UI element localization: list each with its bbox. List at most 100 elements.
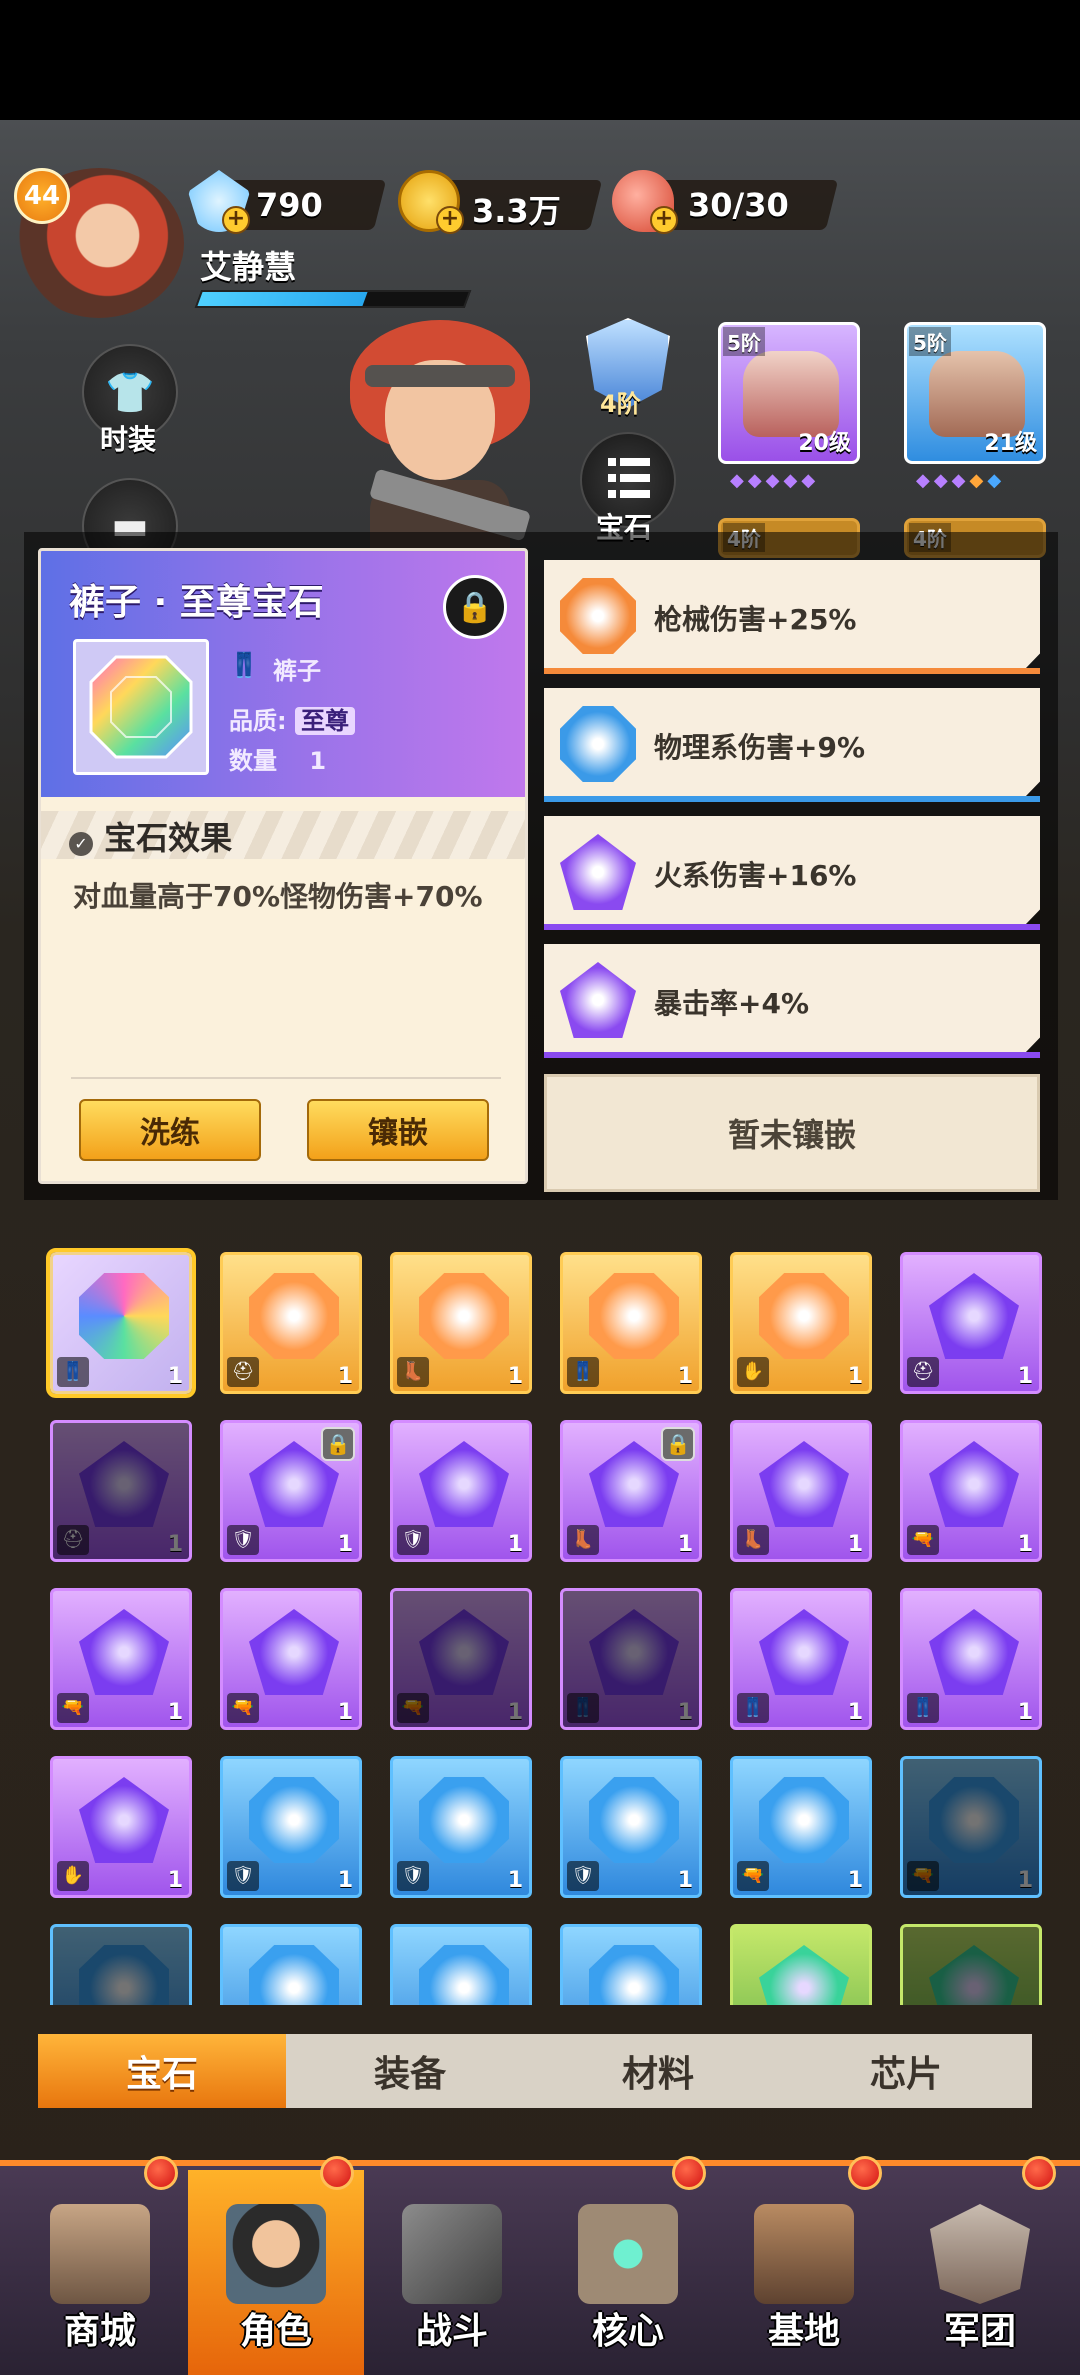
gun-part-icon: 🔫 <box>227 1693 259 1723</box>
nav-label: 商城 <box>63 2311 136 2352</box>
gem-slot[interactable]: 👖 1 <box>560 1252 702 1394</box>
gem-slot[interactable]: 👖 1 <box>46 1248 196 1398</box>
shirt-icon: 👕 <box>105 369 155 416</box>
gem-quantity: 1 <box>1017 1532 1033 1557</box>
nav-legion[interactable]: 军团 <box>892 2170 1068 2375</box>
inventory-tabs: 宝石 装备 材料 芯片 <box>38 2034 1032 2108</box>
rank-label: 4阶 <box>600 390 641 418</box>
nav-battle[interactable]: 战斗 <box>364 2170 540 2375</box>
gem-slot[interactable]: ✋ 1 <box>50 1756 192 1898</box>
armor-part-icon: 🛡 <box>227 1861 259 1891</box>
gem-slot[interactable]: 👢 1 <box>390 1252 532 1394</box>
effect-text: 对血量高于70%怪物伤害+70% <box>73 880 483 913</box>
tab-equipment[interactable]: 装备 <box>286 2034 534 2108</box>
legion-notification-dot <box>1022 2156 1056 2190</box>
gem-slot[interactable]: 👢 1 🔒 <box>560 1420 702 1562</box>
nav-label: 基地 <box>767 2311 840 2352</box>
gem-slot[interactable] <box>560 1924 702 2005</box>
gem-quantity: 1 <box>847 1364 863 1389</box>
gem-quantity: 1 <box>337 1700 353 1725</box>
nav-core[interactable]: 核心 <box>540 2170 716 2375</box>
tab-chips[interactable]: 芯片 <box>782 2034 1030 2108</box>
gem-quantity: 1 <box>507 1868 523 1893</box>
gem-slot[interactable]: 🔫 1 <box>730 1756 872 1898</box>
base-icon <box>754 2204 854 2304</box>
attribute-color-bar <box>544 796 1040 802</box>
pants-part-icon: 👖 <box>907 1693 939 1723</box>
gem-slot[interactable] <box>390 1924 532 2005</box>
equip-armor-slot[interactable]: 5阶 21级 <box>904 322 1046 464</box>
gem-slot[interactable]: 🛡 1 <box>560 1756 702 1898</box>
player-avatar[interactable]: 44 <box>14 168 184 318</box>
reroll-button[interactable]: 洗练 <box>79 1099 261 1161</box>
gem-slot[interactable]: 🔫 1 <box>390 1588 532 1730</box>
gem-quantity: 1 <box>677 1700 693 1725</box>
tab-materials[interactable]: 材料 <box>534 2034 782 2108</box>
pants-part-icon: 👖 <box>57 1357 89 1387</box>
gem-slot[interactable] <box>730 1924 872 2005</box>
gem-quantity: 1 <box>677 1364 693 1389</box>
gem-slot[interactable]: 🔫 1 <box>900 1420 1042 1562</box>
gem-slot[interactable]: 🔫 1 <box>900 1756 1042 1898</box>
gem-slot[interactable] <box>900 1924 1042 2005</box>
glove-part-icon: ✋ <box>57 1861 89 1891</box>
gem-quantity: 1 <box>337 1868 353 1893</box>
gem-slot[interactable]: ⛑ 1 <box>220 1252 362 1394</box>
gun-part-icon: 🔫 <box>907 1861 939 1891</box>
gem-slot[interactable]: 👖 1 <box>900 1588 1042 1730</box>
boots-part-icon: 👢 <box>737 1525 769 1555</box>
armor-part-icon: 🛡 <box>567 1861 599 1891</box>
gem-slot[interactable]: ⛑ 1 <box>50 1420 192 1562</box>
helmet-part-icon: ⛑ <box>57 1525 89 1555</box>
add-diamond-button[interactable]: + <box>222 206 250 234</box>
gem-quantity: 1 <box>1017 1364 1033 1389</box>
nav-character[interactable]: 角色 <box>188 2170 364 2375</box>
gem-slot[interactable]: 🔫 1 <box>220 1588 362 1730</box>
equip-tier: 5阶 <box>723 327 765 356</box>
exp-bar-fill <box>197 292 368 306</box>
gem-slot[interactable]: 🛡 1 <box>390 1756 532 1898</box>
pants-part-icon: 👖 <box>737 1693 769 1723</box>
add-stamina-button[interactable]: + <box>650 206 678 234</box>
nav-shop[interactable]: 商城 <box>12 2170 188 2375</box>
gem-slot[interactable] <box>50 1924 192 2005</box>
core-notification-dot <box>672 2156 706 2190</box>
inlay-button[interactable]: 镶嵌 <box>307 1099 489 1161</box>
gem-slot[interactable]: 🔫 1 <box>50 1588 192 1730</box>
purple-gem-icon <box>249 1609 339 1695</box>
gun-part-icon: 🔫 <box>397 1693 429 1723</box>
lock-button[interactable]: 🔒 <box>443 575 507 639</box>
equip-level: 21级 <box>984 431 1037 456</box>
gem-slot[interactable]: 🛡 1 <box>390 1420 532 1562</box>
armor-gem-sockets: ◆◆◆◆◆ <box>916 470 1006 491</box>
gem-slot[interactable]: 👢 1 <box>730 1420 872 1562</box>
nav-label: 军团 <box>943 2311 1016 2352</box>
gem-slot[interactable]: 🛡 1 🔒 <box>220 1420 362 1562</box>
gem-slot[interactable]: ✋ 1 <box>730 1252 872 1394</box>
gem-quantity: 1 <box>167 1700 183 1725</box>
blue-gem-icon <box>759 1777 849 1863</box>
tab-gems[interactable]: 宝石 <box>38 2034 286 2108</box>
orange-gem-icon <box>759 1273 849 1359</box>
coin-count: 3.3万 <box>472 192 561 230</box>
gem-slot[interactable] <box>220 1924 362 2005</box>
gem-slot[interactable]: 🛡 1 <box>220 1756 362 1898</box>
gem-slot[interactable]: 👖 1 <box>730 1588 872 1730</box>
blue-gem-icon <box>589 1777 679 1863</box>
pants-part-icon: 👖 <box>567 1357 599 1387</box>
nav-base[interactable]: 基地 <box>716 2170 892 2375</box>
equip-tier: 5阶 <box>909 327 951 356</box>
character-notification-dot <box>320 2156 354 2190</box>
gem-quantity: 1 <box>337 1532 353 1557</box>
not-inlaid-slot[interactable]: 暂未镶嵌 <box>544 1074 1040 1192</box>
boots-part-icon: 👢 <box>397 1357 429 1387</box>
gem-slot[interactable]: 👖 1 <box>560 1588 702 1730</box>
gem-slot[interactable]: ⛑ 1 <box>900 1252 1042 1394</box>
add-coin-button[interactable]: + <box>436 206 464 234</box>
core-icon <box>578 2204 678 2304</box>
gem-quantity: 1 <box>1017 1700 1033 1725</box>
equip-helmet-slot[interactable]: 5阶 20级 <box>718 322 860 464</box>
equip-level: 20级 <box>798 431 851 456</box>
gem-quantity: 1 <box>507 1700 523 1725</box>
gem-quantity: 1 <box>847 1868 863 1893</box>
